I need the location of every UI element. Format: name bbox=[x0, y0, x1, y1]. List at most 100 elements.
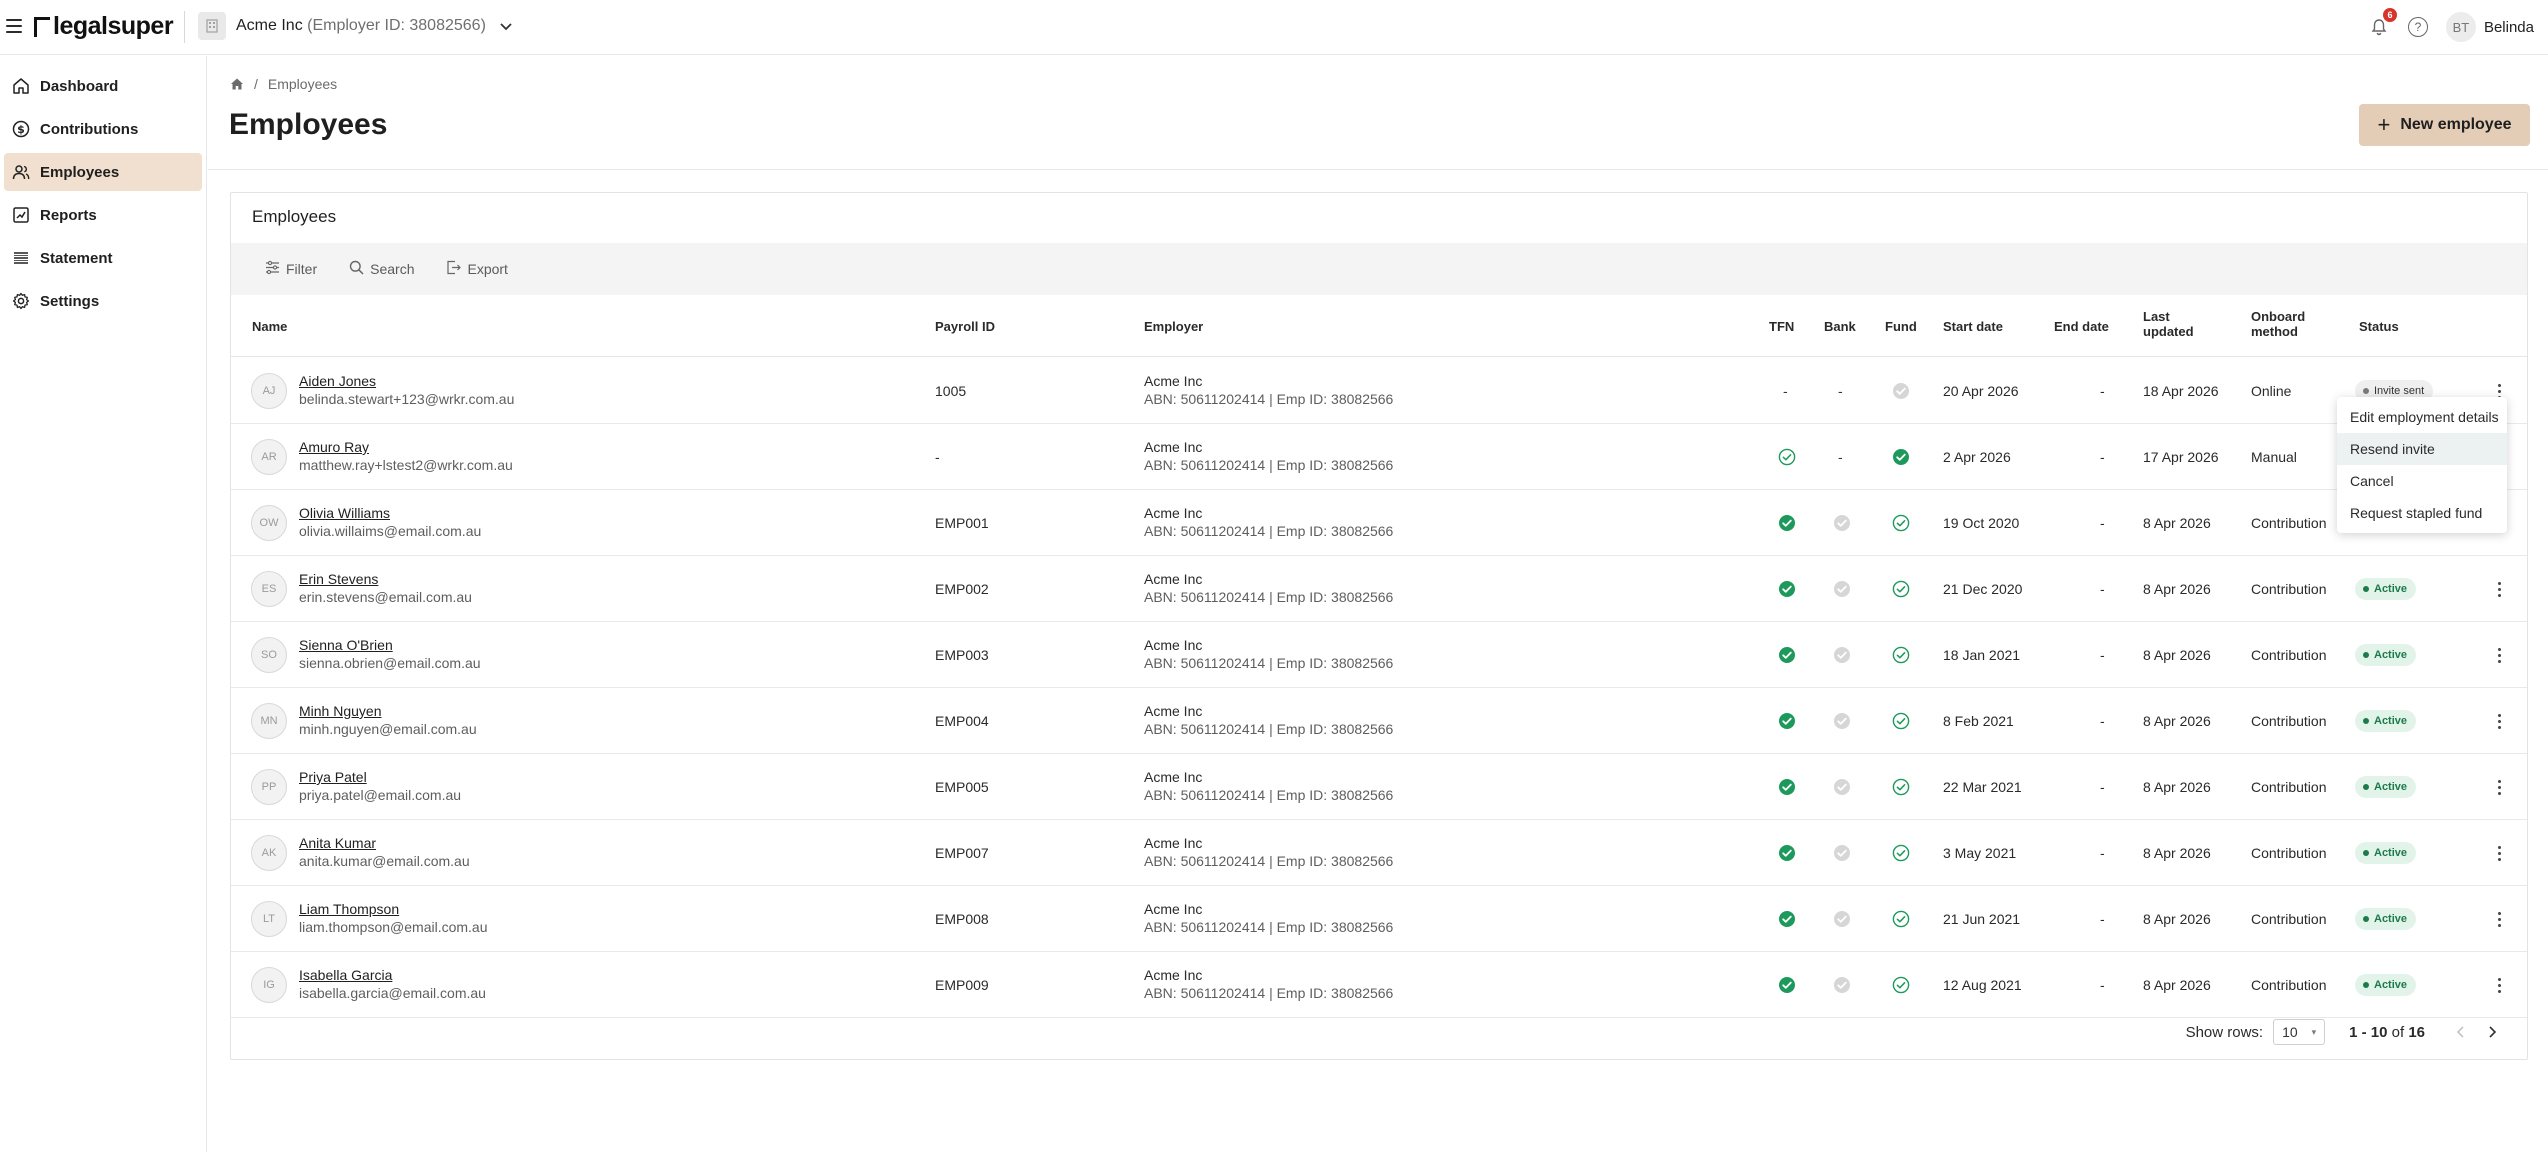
start-date: 22 Mar 2021 bbox=[1943, 779, 2022, 795]
user-menu[interactable]: BT Belinda bbox=[2445, 12, 2534, 42]
sidebar-item-statement[interactable]: Statement bbox=[4, 239, 202, 277]
table-row[interactable]: OW Olivia Williams olivia.willaims@email.c… bbox=[231, 490, 2527, 556]
logo[interactable]: legalsuper bbox=[34, 12, 174, 41]
end-date: - bbox=[2100, 581, 2105, 597]
row-actions-kebab-icon[interactable] bbox=[2489, 972, 2509, 998]
row-actions-kebab-icon[interactable] bbox=[2489, 906, 2509, 932]
building-icon bbox=[198, 12, 226, 40]
employee-name-link[interactable]: Anita Kumar bbox=[299, 835, 470, 852]
last-updated: 8 Apr 2026 bbox=[2143, 581, 2211, 597]
column-header-bank[interactable]: Bank bbox=[1824, 319, 1856, 334]
start-date: 3 May 2021 bbox=[1943, 845, 2017, 861]
menu-item-edit-employment[interactable]: Edit employment details bbox=[2337, 401, 2507, 433]
row-actions-kebab-icon[interactable] bbox=[2489, 576, 2509, 602]
column-header-start-date[interactable]: Start date bbox=[1943, 319, 2003, 334]
employee-email: minh.nguyen@email.com.au bbox=[299, 721, 477, 737]
avatar: LT bbox=[251, 901, 287, 937]
payroll-id: EMP002 bbox=[935, 581, 989, 597]
hamburger-menu-icon[interactable] bbox=[6, 19, 22, 33]
employee-name-link[interactable]: Aiden Jones bbox=[299, 373, 514, 390]
notifications-bell-icon[interactable]: 6 bbox=[2368, 8, 2397, 38]
column-header-tfn[interactable]: TFN bbox=[1769, 319, 1794, 334]
employer-name: Acme Inc bbox=[1144, 637, 1203, 653]
home-icon[interactable] bbox=[230, 77, 244, 91]
search-button[interactable]: Search bbox=[349, 260, 414, 278]
check-circle-outline-icon bbox=[1892, 844, 1910, 862]
table-row[interactable]: LT Liam Thompson liam.thompson@email.com.a… bbox=[231, 886, 2527, 952]
status-label: Invite sent bbox=[2374, 385, 2425, 397]
employee-name-block: Amuro Ray matthew.ray+lstest2@wrkr.com.au bbox=[299, 439, 513, 475]
column-header-onboard-method[interactable]: Onboard method bbox=[2251, 309, 2305, 339]
employer-selector[interactable]: Acme Inc (Employer ID: 38082566) bbox=[198, 12, 512, 40]
employee-name-link[interactable]: Priya Patel bbox=[299, 769, 461, 786]
employer-detail: ABN: 50611202414 | Emp ID: 38082566 bbox=[1144, 523, 1394, 539]
prev-page-icon[interactable] bbox=[2449, 1021, 2471, 1043]
employee-name-link[interactable]: Amuro Ray bbox=[299, 439, 513, 456]
employer-cell: Acme Inc ABN: 50611202414 | Emp ID: 38082… bbox=[1144, 901, 1393, 937]
column-header-last-updated[interactable]: Last updated bbox=[2143, 309, 2194, 339]
employee-name-link[interactable]: Isabella Garcia bbox=[299, 967, 486, 984]
start-date: 18 Jan 2021 bbox=[1943, 647, 2021, 663]
column-header-end-date[interactable]: End date bbox=[2054, 319, 2109, 334]
employee-name-link[interactable]: Erin Stevens bbox=[299, 571, 472, 588]
employer-id: (Employer ID: 38082566) bbox=[307, 17, 486, 34]
plus-icon: + bbox=[2377, 112, 2391, 137]
sidebar-item-label: Employees bbox=[40, 163, 120, 181]
menu-item-resend-invite[interactable]: Resend invite bbox=[2337, 433, 2507, 465]
row-actions-kebab-icon[interactable] bbox=[2489, 708, 2509, 734]
row-actions-kebab-icon[interactable] bbox=[2489, 642, 2509, 668]
employer-cell: Acme Inc ABN: 50611202414 | Emp ID: 38082… bbox=[1144, 505, 1393, 541]
table-row[interactable]: AJ Aiden Jones belinda.stewart+123@wrkr.co… bbox=[231, 358, 2527, 424]
row-actions-kebab-icon[interactable] bbox=[2489, 774, 2509, 800]
employee-name-link[interactable]: Liam Thompson bbox=[299, 901, 488, 918]
rows-per-page-value: 10 bbox=[2282, 1024, 2298, 1040]
menu-item-request-stapled-fund[interactable]: Request stapled fund bbox=[2337, 497, 2507, 529]
onboard-method: Contribution bbox=[2251, 581, 2327, 597]
column-header-status[interactable]: Status bbox=[2359, 319, 2399, 334]
column-header-employer[interactable]: Employer bbox=[1144, 319, 1203, 334]
help-icon[interactable]: ? bbox=[2407, 17, 2428, 37]
column-header-payroll-id[interactable]: Payroll ID bbox=[935, 319, 995, 334]
row-actions-kebab-icon[interactable] bbox=[2489, 840, 2509, 866]
check-circle-filled-icon bbox=[1778, 778, 1796, 796]
new-employee-button[interactable]: + New employee bbox=[2359, 104, 2530, 146]
employer-detail: ABN: 50611202414 | Emp ID: 38082566 bbox=[1144, 655, 1394, 671]
sidebar-item-dashboard[interactable]: Dashboard bbox=[4, 67, 202, 105]
sidebar-item-reports[interactable]: Reports bbox=[4, 196, 202, 234]
employer-name: Acme Inc bbox=[1144, 967, 1203, 983]
breadcrumb: / Employees bbox=[230, 76, 337, 92]
new-employee-label: New employee bbox=[2400, 116, 2512, 133]
employee-name-link[interactable]: Olivia Williams bbox=[299, 505, 481, 522]
employee-name-link[interactable]: Sienna O'Brien bbox=[299, 637, 481, 654]
avatar: OW bbox=[251, 505, 287, 541]
payroll-id: EMP007 bbox=[935, 845, 989, 861]
rows-per-page-select[interactable]: 10 ▾ bbox=[2273, 1019, 2326, 1045]
status-badge: Active bbox=[2355, 908, 2417, 930]
export-button[interactable]: Export bbox=[446, 260, 508, 278]
table-row[interactable]: ES Erin Stevens erin.stevens@email.com.au E… bbox=[231, 556, 2527, 622]
end-date: - bbox=[2100, 911, 2105, 927]
table-row[interactable]: AK Anita Kumar anita.kumar@email.com.au EMP… bbox=[231, 820, 2527, 886]
table-row[interactable]: SO Sienna O'Brien sienna.obrien@email.com.… bbox=[231, 622, 2527, 688]
filter-button[interactable]: Filter bbox=[265, 260, 317, 278]
column-header-name[interactable]: Name bbox=[252, 319, 287, 334]
check-circle-filled-icon bbox=[1778, 910, 1796, 928]
employer-name: Acme Inc bbox=[1144, 505, 1203, 521]
avatar: AJ bbox=[251, 373, 287, 409]
sidebar-item-employees[interactable]: Employees bbox=[4, 153, 202, 191]
user-name: Belinda bbox=[2483, 18, 2534, 36]
table-row[interactable]: AR Amuro Ray matthew.ray+lstest2@wrkr.com.… bbox=[231, 424, 2527, 490]
avatar: BT bbox=[2445, 12, 2476, 42]
employee-name-link[interactable]: Minh Nguyen bbox=[299, 703, 477, 720]
table-row[interactable]: MN Minh Nguyen minh.nguyen@email.com.au EMP… bbox=[231, 688, 2527, 754]
employee-email: matthew.ray+lstest2@wrkr.com.au bbox=[299, 457, 513, 473]
sidebar-item-contributions[interactable]: $ Contributions bbox=[4, 110, 202, 148]
onboard-method: Manual bbox=[2251, 449, 2297, 465]
range-total: 16 bbox=[2408, 1023, 2425, 1041]
column-header-fund[interactable]: Fund bbox=[1885, 319, 1917, 334]
next-page-icon[interactable] bbox=[2481, 1021, 2503, 1043]
sidebar-item-settings[interactable]: Settings bbox=[4, 282, 202, 320]
table-row[interactable]: PP Priya Patel priya.patel@email.com.au EMP… bbox=[231, 754, 2527, 820]
check-circle-grey-icon bbox=[1833, 910, 1851, 928]
menu-item-cancel[interactable]: Cancel bbox=[2337, 465, 2507, 497]
